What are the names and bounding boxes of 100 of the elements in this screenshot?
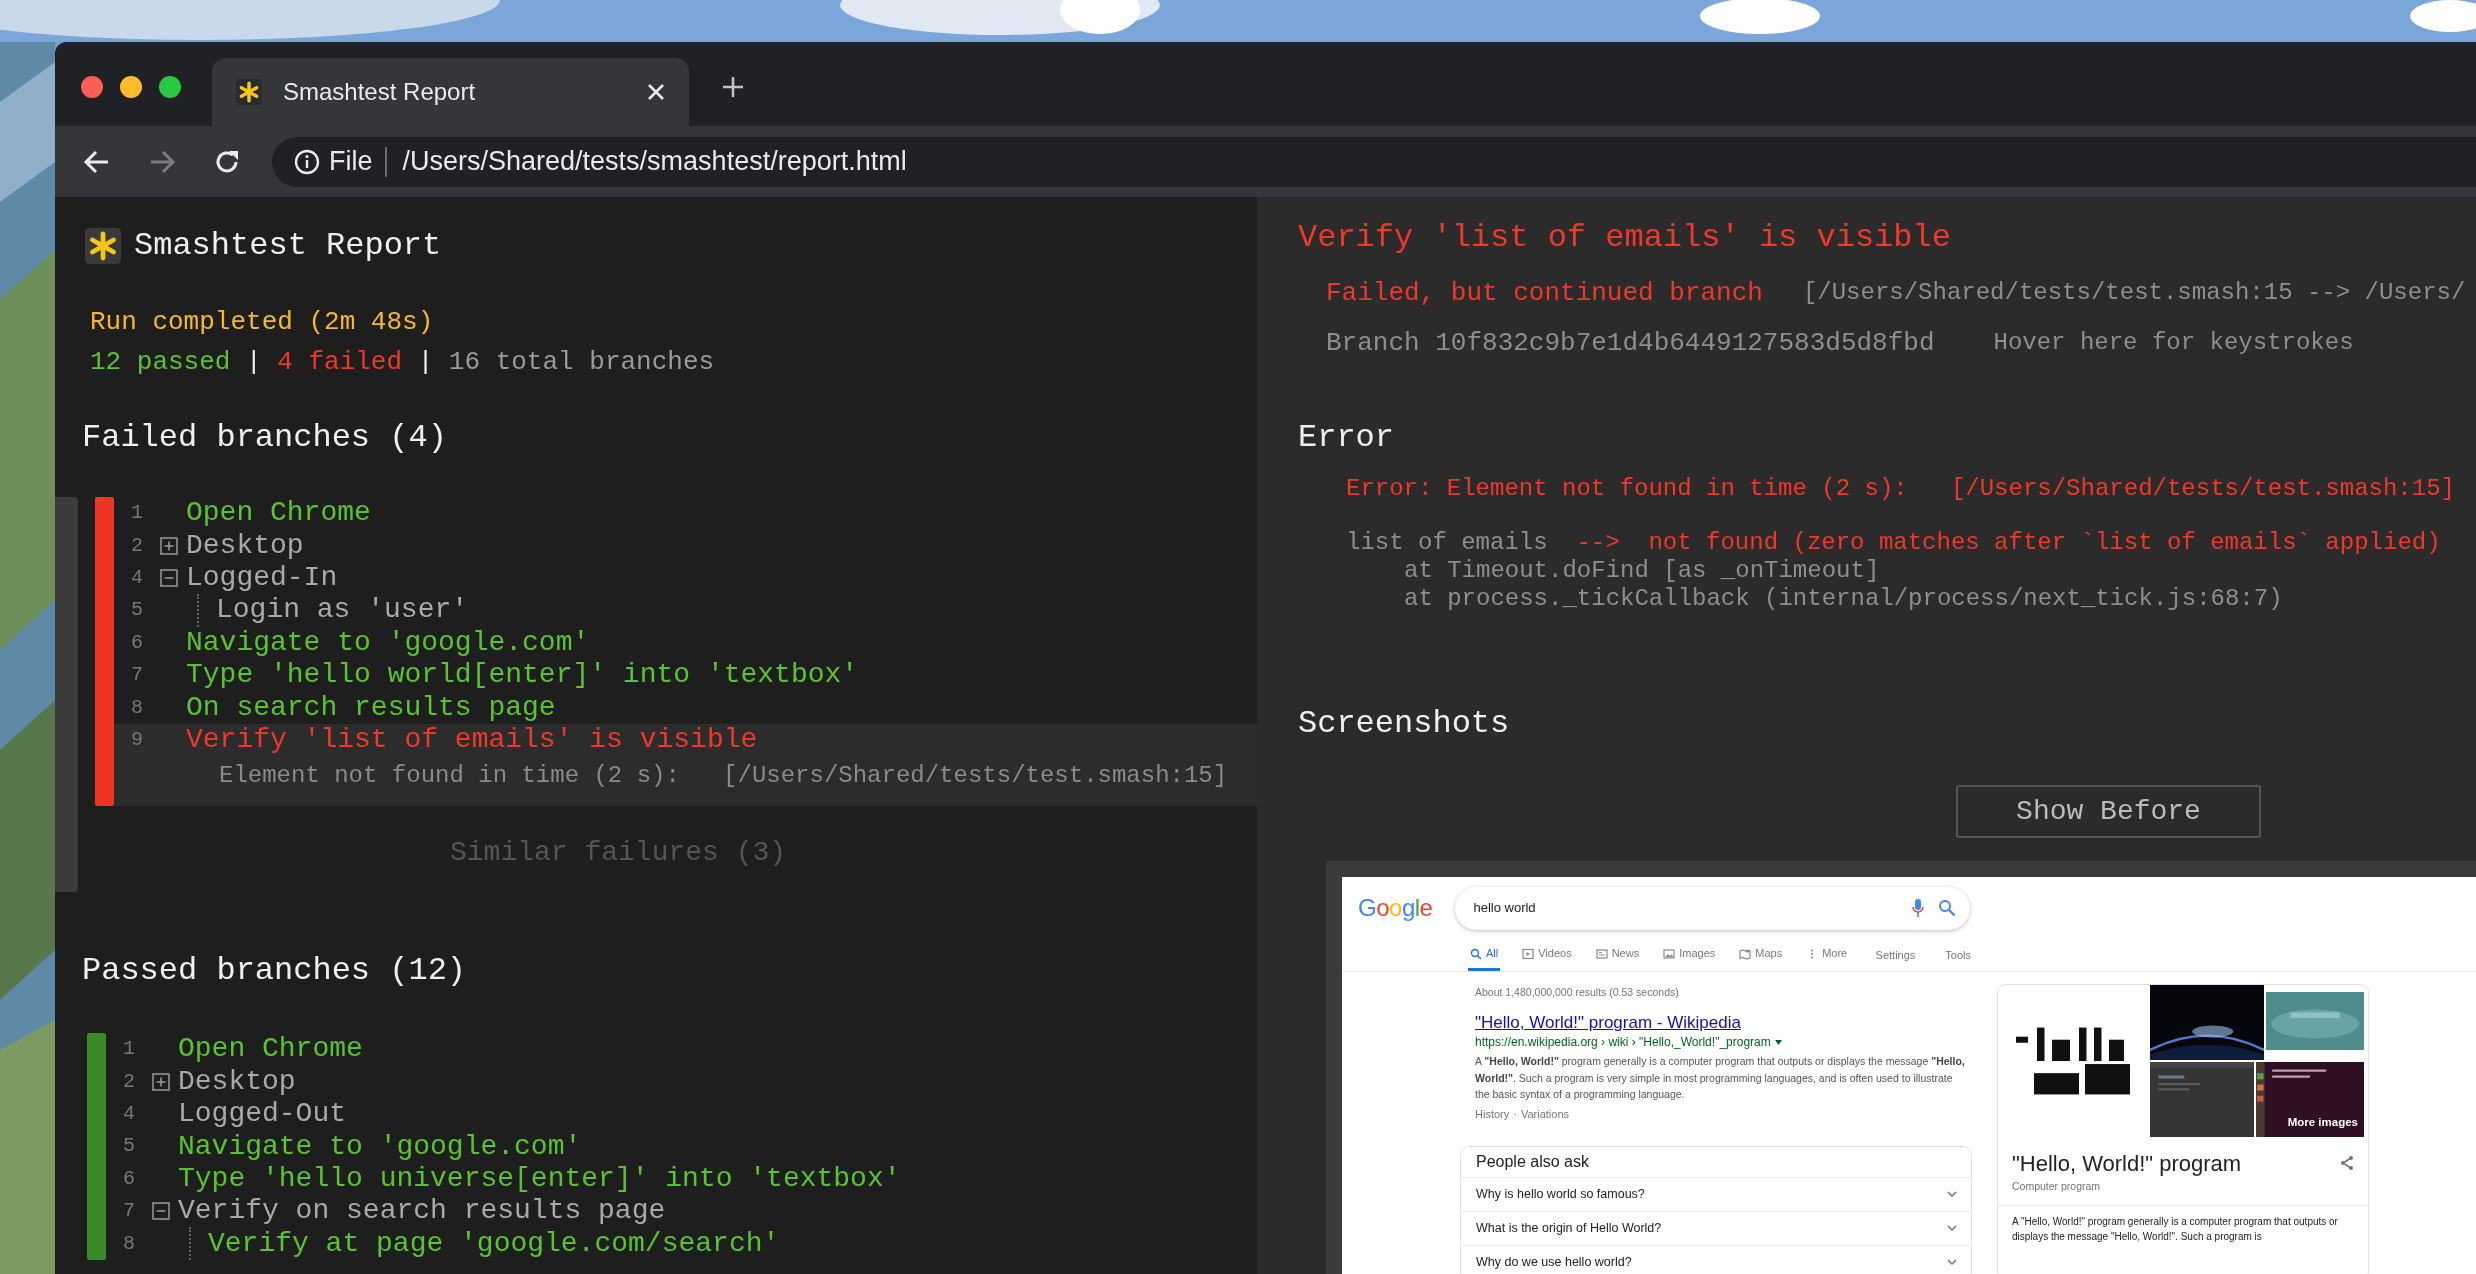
plus-icon (721, 75, 745, 99)
step-text: Type 'hello world[enter]' into 'textbox' (186, 658, 859, 693)
keystrokes-hint: Hover here for keystrokes (1993, 328, 2354, 358)
error-result: not found (zero matches after `list of emails` applied) (1648, 529, 2441, 557)
question-text[interactable]: Why is hello world so famous? (1476, 1184, 1645, 1204)
search-tab[interactable]: All (1468, 939, 1501, 971)
info-icon (294, 148, 320, 175)
passed-count: 12 passed (90, 346, 231, 379)
line-number: 8 (123, 1230, 136, 1257)
step-text: Logged-In (186, 561, 338, 595)
line-number: 4 (131, 564, 144, 591)
step-text: Verify at page 'google.com/search' (208, 1226, 780, 1261)
minimize-window-button[interactable] (120, 76, 142, 98)
report-title: Smashtest Report (134, 226, 442, 266)
error-subject: list of emails (1346, 529, 1548, 557)
result-title-link[interactable]: "Hello, World!" program - Wikipedia (1475, 1012, 1972, 1034)
branch-id: Branch 10f832c9b7e1d4b6449127583d5d8fbd (1326, 326, 1935, 360)
collapse-icon[interactable] (160, 568, 178, 587)
link-separator: · (1513, 1106, 1517, 1122)
url-text: /Users/Shared/tests/smashtest/report.html (402, 145, 907, 179)
microphone-icon[interactable] (1912, 899, 1925, 917)
stack-trace-line: at process._tickCallback (internal/process/next_tick.js:68:7) (1404, 585, 2284, 613)
result-url: https://en.wikipedia.org › wiki › "Hello,_World!"_program (1475, 1034, 1771, 1050)
total-count: 16 total branches (448, 346, 715, 379)
close-window-button[interactable] (81, 76, 103, 98)
map-icon (1739, 947, 1752, 960)
step-text: Open Chrome (178, 1032, 363, 1067)
step-text: Open Chrome (186, 496, 371, 531)
line-number: 5 (131, 597, 144, 624)
search-icon (1470, 947, 1482, 960)
question-text[interactable]: What is the origin of Hello World? (1476, 1218, 1662, 1238)
questions-heading: People also ask (1475, 1151, 1590, 1172)
new-tab-button[interactable] (721, 75, 745, 99)
step-text: Type 'hello universe[enter]' into 'textbox' (178, 1161, 901, 1196)
step-text: Verify on search results page (178, 1194, 666, 1229)
asterisk-icon (236, 79, 262, 105)
browser-tab[interactable]: Smashtest Report (212, 58, 689, 126)
close-icon (647, 83, 665, 101)
line-number: 4 (123, 1101, 136, 1128)
step-text: Verify 'list of emails' is visible (186, 722, 758, 757)
failed-count: 4 failed (277, 346, 403, 379)
line-number: 6 (131, 629, 144, 656)
section-heading: Error (1298, 418, 1395, 458)
caret-icon[interactable] (1774, 1039, 1782, 1045)
section-heading: Failed branches (4) (82, 418, 448, 458)
file-location: [/Users/Shared/tests/test.smash:15 --> /Users/ (1802, 278, 2466, 308)
search-tab[interactable]: Maps (1737, 939, 1785, 971)
step-text: Navigate to 'google.com' (178, 1129, 582, 1164)
line-number: 7 (131, 662, 144, 689)
search-query: hello world (1473, 899, 1537, 918)
step-text: Navigate to 'google.com' (186, 625, 590, 660)
line-number: 5 (123, 1133, 136, 1160)
line-number: 8 (131, 694, 144, 721)
search-tab[interactable]: Videos (1520, 939, 1574, 971)
search-tool-link[interactable]: Settings (1875, 946, 1916, 964)
collapse-icon[interactable] (152, 1202, 170, 1221)
line-number: 2 (131, 532, 144, 559)
line-number: 9 (131, 726, 144, 753)
separator: | (417, 346, 434, 379)
line-number: 6 (123, 1165, 136, 1192)
results-count: About 1,480,000,000 results (0.53 seconds) (1475, 985, 1680, 1000)
expand-icon[interactable] (152, 1072, 170, 1091)
search-tab[interactable]: More (1804, 939, 1850, 971)
image-icon (1663, 947, 1676, 960)
section-heading: Passed branches (12) (82, 951, 468, 992)
chevron-down-icon[interactable] (1947, 1259, 1957, 1265)
indent-guide (197, 594, 199, 627)
show-before-button[interactable]: Show Before (1956, 785, 2261, 838)
step-title: Verify 'list of emails' is visible (1298, 218, 1952, 258)
line-number: 2 (123, 1068, 136, 1095)
arrow-text: --> (1576, 529, 1620, 557)
zoom-window-button[interactable] (159, 76, 181, 98)
question-text[interactable]: Why do we use hello world? (1476, 1252, 1632, 1272)
search-icon[interactable] (1938, 899, 1957, 917)
search-tab[interactable]: News (1593, 939, 1642, 971)
search-tool-link[interactable]: Tools (1945, 946, 1971, 964)
step-text: Logged-Out (178, 1097, 347, 1132)
expand-icon[interactable] (160, 536, 178, 555)
chevron-down-icon[interactable] (1947, 1225, 1957, 1231)
branch-status: Failed, but continued branch (1326, 276, 1763, 310)
indent-guide (189, 1227, 191, 1260)
run-status: Run completed (2m 48s) (90, 306, 435, 339)
close-tab-button[interactable] (647, 83, 665, 101)
section-heading: Screenshots (1298, 704, 1511, 744)
panel-subtitle: Computer program (2012, 1179, 2102, 1193)
step-text: Desktop (186, 528, 304, 563)
play-icon (1522, 947, 1535, 960)
step-text: Login as 'user' (216, 593, 469, 628)
sitelink[interactable]: History (1475, 1105, 1510, 1122)
sitelink[interactable]: Variations (1520, 1105, 1569, 1122)
search-tab[interactable]: Images (1661, 939, 1718, 971)
address-bar[interactable]: File /Users/Shared/tests/smashtest/report.html (272, 136, 2476, 187)
more-images-label[interactable]: More images (2287, 1113, 2358, 1131)
search-logo: Google (1358, 893, 1433, 923)
url-scheme: File (329, 145, 373, 179)
line-number: 1 (123, 1036, 136, 1063)
chevron-down-icon[interactable] (1947, 1191, 1957, 1197)
error-message: Error: Element not found in time (2 s): [/Users/Shared/tests/test.smash:15] (1346, 474, 2456, 504)
search-field[interactable]: hello world (1455, 886, 1971, 930)
share-icon[interactable] (2340, 1155, 2354, 1171)
